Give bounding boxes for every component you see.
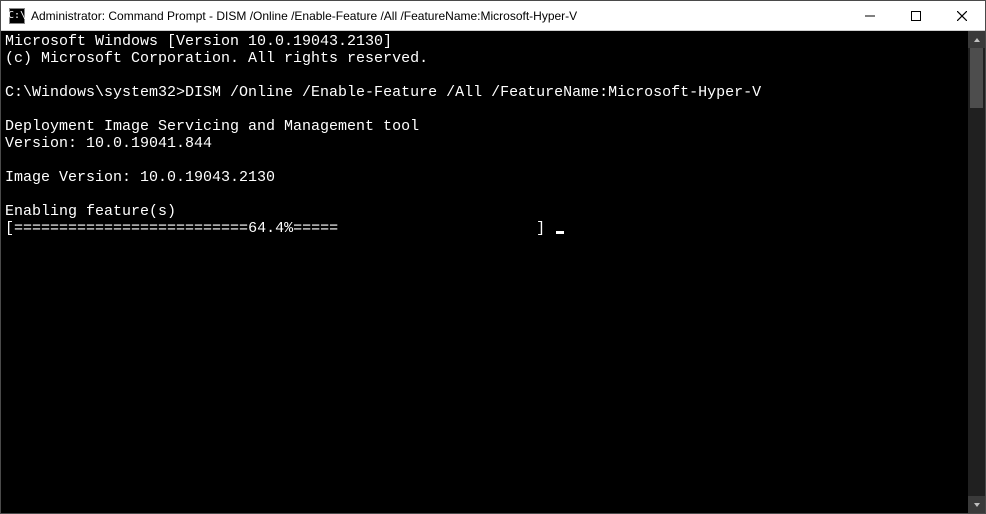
close-button[interactable] xyxy=(939,1,985,30)
command-prompt-window: C:\ Administrator: Command Prompt - DISM… xyxy=(0,0,986,514)
chevron-up-icon xyxy=(973,36,981,44)
image-version-line: Image Version: 10.0.19043.2130 xyxy=(5,169,275,186)
maximize-button[interactable] xyxy=(893,1,939,30)
minimize-button[interactable] xyxy=(847,1,893,30)
vertical-scrollbar[interactable] xyxy=(968,31,985,513)
window-title: Administrator: Command Prompt - DISM /On… xyxy=(31,9,847,23)
scroll-track[interactable] xyxy=(968,48,985,496)
cmd-icon: C:\ xyxy=(9,8,25,24)
dism-tool-version: Version: 10.0.19041.844 xyxy=(5,135,212,152)
progress-percent: 64.4% xyxy=(248,220,293,237)
progress-bracket-close: ] xyxy=(536,220,554,237)
maximize-icon xyxy=(911,11,921,21)
chevron-down-icon xyxy=(973,501,981,509)
entered-command: DISM /Online /Enable-Feature /All /Featu… xyxy=(185,84,761,101)
titlebar[interactable]: C:\ Administrator: Command Prompt - DISM… xyxy=(1,1,985,31)
terminal-output[interactable]: Microsoft Windows [Version 10.0.19043.21… xyxy=(1,31,968,513)
progress-bracket-open: [ xyxy=(5,220,14,237)
scroll-up-button[interactable] xyxy=(968,31,985,48)
scroll-down-button[interactable] xyxy=(968,496,985,513)
os-version-line: Microsoft Windows [Version 10.0.19043.21… xyxy=(5,33,392,50)
progress-fill: ========================== xyxy=(14,220,248,237)
prompt-path: C:\Windows\system32> xyxy=(5,84,185,101)
cursor xyxy=(556,231,564,234)
progress-empty: ===== xyxy=(293,220,536,237)
close-icon xyxy=(957,11,967,21)
scroll-thumb[interactable] xyxy=(970,48,983,108)
client-area: Microsoft Windows [Version 10.0.19043.21… xyxy=(1,31,985,513)
copyright-line: (c) Microsoft Corporation. All rights re… xyxy=(5,50,428,67)
window-controls xyxy=(847,1,985,30)
dism-tool-name: Deployment Image Servicing and Managemen… xyxy=(5,118,419,135)
minimize-icon xyxy=(865,11,875,21)
enabling-features-line: Enabling feature(s) xyxy=(5,203,176,220)
